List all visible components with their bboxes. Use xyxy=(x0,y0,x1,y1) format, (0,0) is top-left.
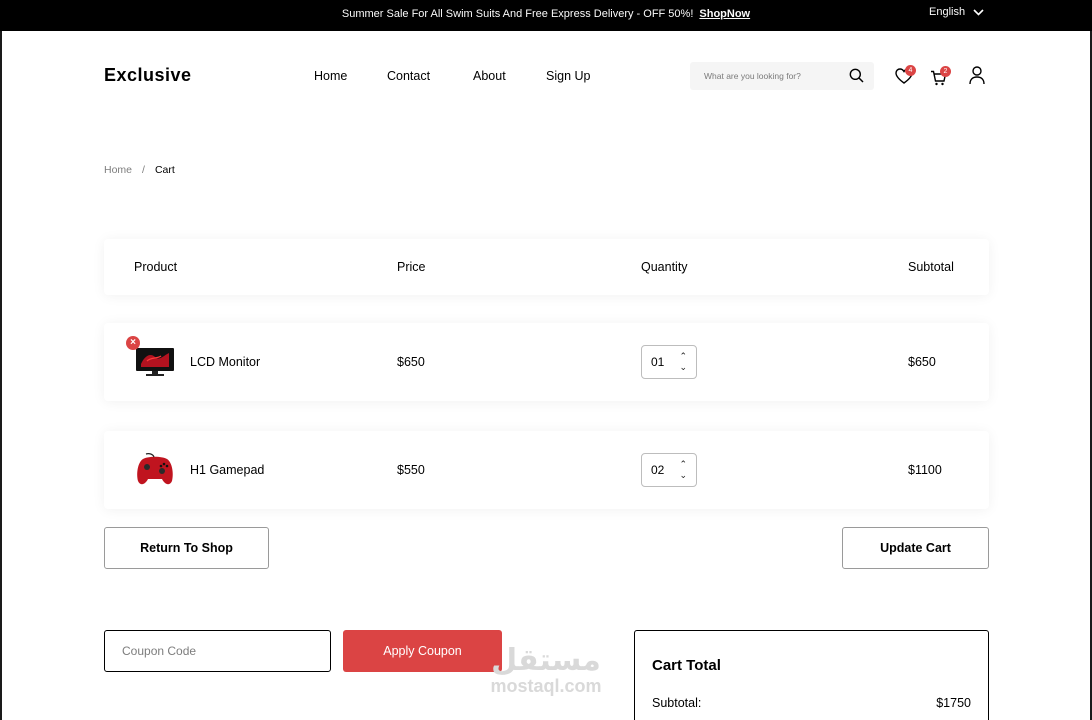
product-cell: H1 Gamepad xyxy=(134,453,264,487)
breadcrumb: Home / Cart xyxy=(104,164,175,176)
product-thumbnail: × xyxy=(126,336,176,379)
product-price: $550 xyxy=(397,463,425,477)
subtotal-label: Subtotal: xyxy=(652,696,702,710)
mostaql-watermark: مستقل mostaql.com xyxy=(479,643,613,697)
breadcrumb-separator: / xyxy=(142,164,145,176)
search-bar xyxy=(690,62,874,90)
chevron-down-icon[interactable]: ⌄ xyxy=(679,470,687,481)
coupon-input[interactable] xyxy=(122,644,312,658)
quantity-box[interactable]: 02 ⌃ ⌄ xyxy=(641,453,697,487)
watermark-latin: mostaql.com xyxy=(490,676,602,696)
chevron-down-icon xyxy=(973,8,984,16)
quantity-stepper[interactable]: 01 ⌃ ⌄ xyxy=(641,345,697,379)
product-name[interactable]: H1 Gamepad xyxy=(190,463,264,477)
quantity-arrows: ⌃ ⌄ xyxy=(679,459,687,481)
header-product: Product xyxy=(134,260,178,274)
user-icon xyxy=(969,66,985,85)
nav-home[interactable]: Home xyxy=(314,69,347,83)
cart-row: H1 Gamepad $550 02 ⌃ ⌄ $1100 xyxy=(104,431,989,509)
chevron-up-icon[interactable]: ⌃ xyxy=(679,459,687,470)
nav-contact[interactable]: Contact xyxy=(387,69,430,83)
quantity-arrows: ⌃ ⌄ xyxy=(679,351,687,373)
promo-banner: Summer Sale For All Swim Suits And Free … xyxy=(0,0,1092,31)
header-subtotal: Subtotal xyxy=(908,260,954,274)
cart-button[interactable]: 2 xyxy=(930,66,951,91)
return-to-shop-button[interactable]: Return To Shop xyxy=(104,527,269,569)
remove-item-button[interactable]: × xyxy=(126,336,140,350)
search-input[interactable] xyxy=(704,71,834,81)
breadcrumb-current: Cart xyxy=(154,164,175,176)
subtotal-value: $1750 xyxy=(936,696,971,710)
breadcrumb-home[interactable]: Home xyxy=(104,164,132,176)
product-subtotal: $1100 xyxy=(908,463,942,477)
cart-total-panel: Cart Total Subtotal: $1750 xyxy=(634,630,989,720)
chevron-up-icon[interactable]: ⌃ xyxy=(679,351,687,362)
chevron-down-icon[interactable]: ⌄ xyxy=(679,362,687,373)
nav-about[interactable]: About xyxy=(473,69,506,83)
quantity-value[interactable]: 02 xyxy=(651,463,664,477)
search-icon[interactable] xyxy=(849,68,864,83)
header-quantity: Quantity xyxy=(641,260,688,274)
quantity-value[interactable]: 01 xyxy=(651,355,664,369)
product-cell: × LCD Monitor xyxy=(126,336,260,379)
product-name[interactable]: LCD Monitor xyxy=(190,355,260,369)
product-thumbnail xyxy=(134,453,176,487)
language-selector[interactable]: English xyxy=(929,6,984,18)
quantity-box[interactable]: 01 ⌃ ⌄ xyxy=(641,345,697,379)
language-label: English xyxy=(929,6,966,18)
product-subtotal: $650 xyxy=(908,355,936,369)
cart-row: × LCD Monitor $650 01 ⌃ ⌄ $650 xyxy=(104,323,989,401)
wishlist-button[interactable]: 4 xyxy=(895,65,916,89)
account-button[interactable] xyxy=(969,66,985,90)
watermark-arabic: مستقل xyxy=(491,643,601,678)
update-cart-button[interactable]: Update Cart xyxy=(842,527,989,569)
header-price: Price xyxy=(397,260,426,274)
promo-text: Summer Sale For All Swim Suits And Free … xyxy=(341,8,694,20)
cart-count-badge: 2 xyxy=(940,66,951,77)
gamepad-icon xyxy=(137,453,173,485)
coupon-field xyxy=(104,630,331,672)
shop-now-link[interactable]: ShopNow xyxy=(699,8,750,20)
nav-sign-up[interactable]: Sign Up xyxy=(546,69,616,83)
quantity-stepper[interactable]: 02 ⌃ ⌄ xyxy=(641,453,697,487)
cart-table-header: Product Price Quantity Subtotal xyxy=(104,239,989,295)
monitor-icon xyxy=(136,348,174,376)
cart-total-title: Cart Total xyxy=(652,657,721,674)
site-logo[interactable]: Exclusive xyxy=(104,65,192,86)
wishlist-count-badge: 4 xyxy=(905,65,916,76)
product-price: $650 xyxy=(397,355,425,369)
